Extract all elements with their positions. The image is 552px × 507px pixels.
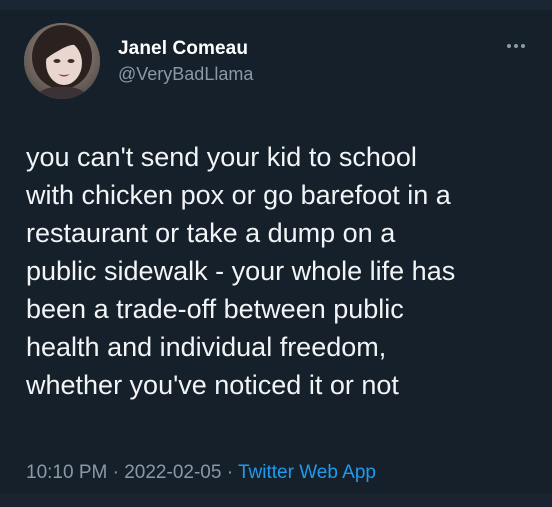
avatar[interactable] bbox=[24, 23, 100, 99]
tweet-text-line: you can't send your kid to school bbox=[26, 142, 417, 172]
dot bbox=[507, 44, 511, 48]
dot bbox=[514, 44, 518, 48]
tweet-text-line: with chicken pox or go barefoot in a bbox=[26, 180, 451, 210]
author-handle[interactable]: @VeryBadLlama bbox=[118, 64, 253, 85]
tweet-text: you can't send your kid to school with c… bbox=[26, 138, 536, 404]
tweet-text-line: public sidewalk - your whole life has bbox=[26, 256, 456, 286]
tweet-source-link[interactable]: Twitter Web App bbox=[238, 462, 376, 483]
author-name[interactable]: Janel Comeau bbox=[118, 38, 248, 60]
tweet-text-line: health and individual freedom, bbox=[26, 332, 387, 362]
separator: · bbox=[226, 462, 234, 483]
tweet-metadata: 10:10 PM · 2022-02-05 · Twitter Web App bbox=[26, 462, 376, 484]
separator: · bbox=[112, 462, 119, 483]
tweet-text-line: been a trade-off between public bbox=[26, 294, 404, 324]
tweet-card: Janel Comeau @VeryBadLlama you can't sen… bbox=[0, 0, 552, 507]
bottom-edge bbox=[0, 493, 552, 507]
more-options-icon[interactable] bbox=[502, 36, 530, 56]
tweet-date[interactable]: 2022-02-05 bbox=[124, 462, 221, 483]
tweet-time[interactable]: 10:10 PM bbox=[26, 462, 107, 483]
avatar-image bbox=[24, 23, 100, 99]
tweet-text-line: restaurant or take a dump on a bbox=[26, 218, 396, 248]
dot bbox=[521, 44, 525, 48]
top-edge bbox=[0, 0, 552, 10]
tweet-text-line: whether you've noticed it or not bbox=[26, 370, 399, 400]
